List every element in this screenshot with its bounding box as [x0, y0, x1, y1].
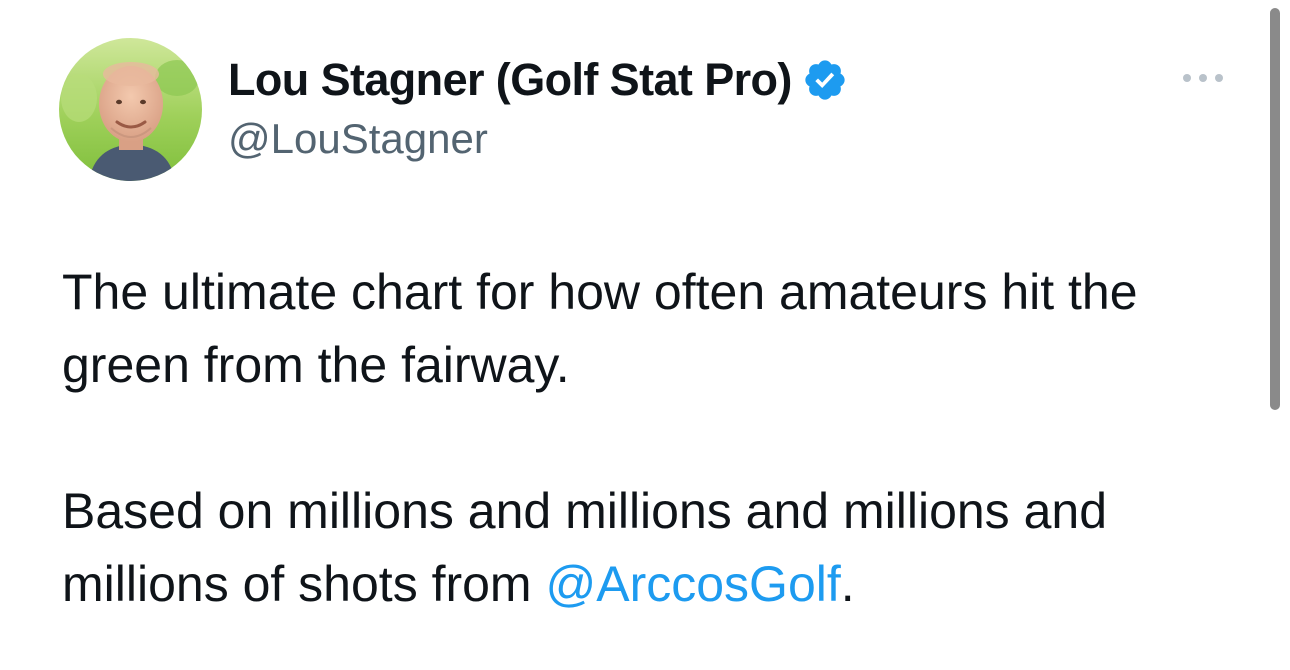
more-options-icon	[1183, 74, 1223, 82]
avatar[interactable]	[59, 38, 202, 181]
author-display-name[interactable]: Lou Stagner (Golf Stat Pro)	[228, 52, 792, 108]
tweet-paragraph-1: The ultimate chart for how often amateur…	[62, 264, 1138, 393]
scrollbar-thumb[interactable]	[1270, 8, 1280, 410]
avatar-photo	[59, 38, 202, 181]
more-options-button[interactable]	[1178, 58, 1228, 98]
author-name-row[interactable]: Lou Stagner (Golf Stat Pro)	[228, 52, 848, 108]
tweet-paragraph-2-end: .	[840, 556, 855, 612]
tweet-paragraph-2: Based on millions and millions and milli…	[62, 475, 1242, 621]
verified-badge-icon	[802, 57, 848, 103]
author-handle[interactable]: @LouStagner	[228, 113, 488, 165]
tweet-text: The ultimate chart for how often amateur…	[62, 256, 1242, 621]
mention-link[interactable]: @ArccosGolf	[545, 556, 840, 612]
